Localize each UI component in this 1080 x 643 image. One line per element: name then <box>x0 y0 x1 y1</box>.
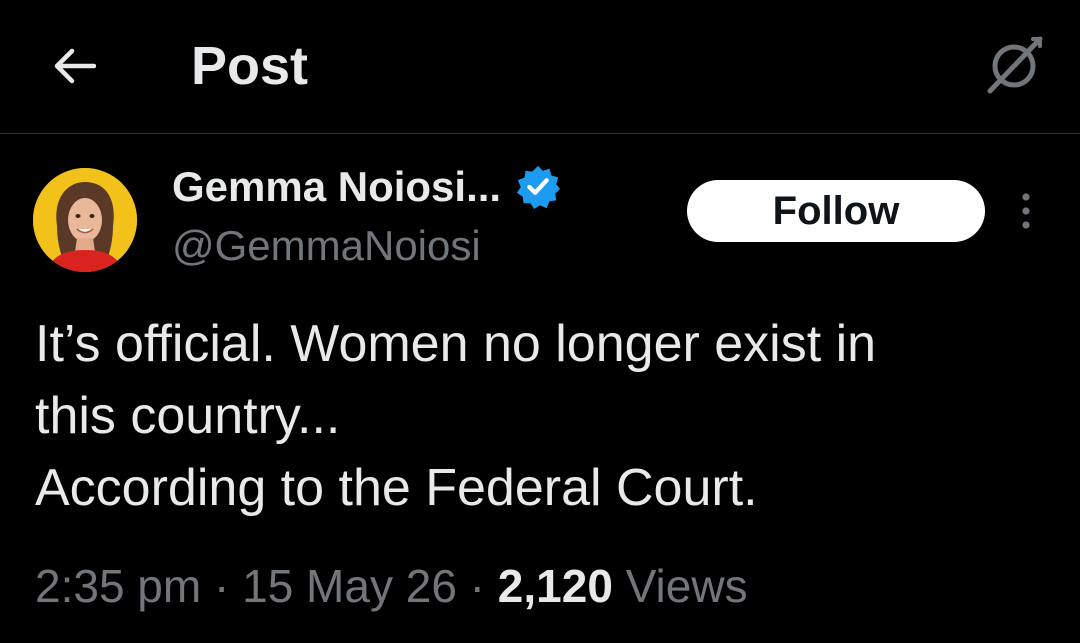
more-vertical-icon <box>1022 193 1030 229</box>
page-title: Post <box>191 36 309 96</box>
verified-badge-icon <box>517 165 561 210</box>
arrow-left-icon <box>54 48 96 84</box>
author-name-row[interactable]: Gemma Noiosi... <box>172 160 561 214</box>
follow-button[interactable]: Follow <box>687 180 985 242</box>
post-text-line: this country... <box>35 387 341 445</box>
author-handle[interactable]: @GemmaNoiosi <box>172 222 481 270</box>
post-date[interactable]: 15 May 26 <box>242 560 457 612</box>
profile-photo <box>33 168 137 272</box>
display-name[interactable]: Gemma Noiosi... <box>172 163 501 211</box>
grok-button[interactable] <box>982 32 1048 98</box>
views-count[interactable]: 2,120 <box>498 560 613 612</box>
meta-separator: · <box>201 560 243 612</box>
post-meta: 2:35 pm · 15 May 26 · 2,120 Views <box>35 556 748 616</box>
post-time[interactable]: 2:35 pm <box>35 560 201 612</box>
more-options-button[interactable] <box>1006 186 1046 236</box>
post-text-line: It’s official. Women no longer exist in <box>35 315 877 373</box>
views-label: Views <box>612 560 748 612</box>
meta-separator: · <box>456 560 498 612</box>
post-text-line: According to the Federal Court. <box>35 459 758 517</box>
post-text: It’s official. Women no longer exist in … <box>35 308 1045 524</box>
top-bar: Post <box>0 0 1080 134</box>
grok-icon <box>987 36 1043 94</box>
back-button[interactable] <box>44 38 104 94</box>
avatar[interactable] <box>33 168 137 272</box>
